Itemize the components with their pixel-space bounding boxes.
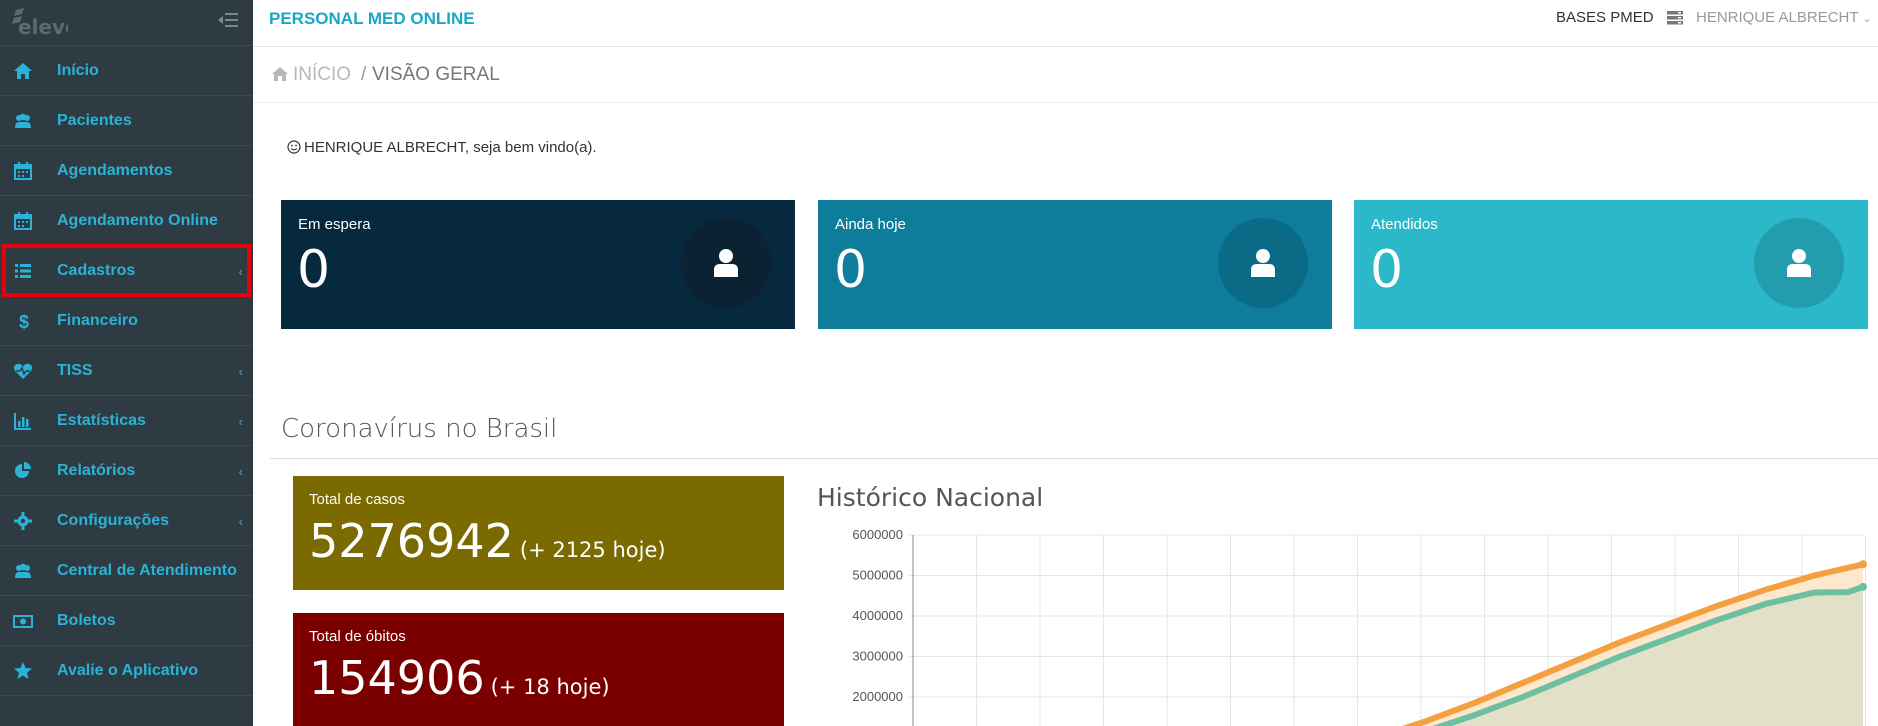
stat-card-waiting: Em espera 0 — [281, 200, 795, 329]
star-icon — [13, 661, 33, 681]
y-tick-label: 3000000 — [852, 649, 903, 664]
smile-icon — [287, 140, 301, 154]
list-icon — [13, 261, 33, 281]
sidebar-item-configuracoes[interactable]: Configurações ‹ — [0, 496, 253, 546]
chevron-left-icon: ‹ — [238, 414, 243, 429]
stat-label: Ainda hoje — [835, 216, 906, 233]
chevron-left-icon: ‹ — [238, 464, 243, 479]
top-bar: PERSONAL MED ONLINE BASES PMED HENRIQUE … — [253, 0, 1878, 47]
sidebar-item-relatorios[interactable]: Relatórios ‹ — [0, 446, 253, 496]
total-cases-delta: (+ 2125 hoje) — [519, 538, 666, 562]
pie-chart-icon — [13, 461, 33, 481]
welcome-message: HENRIQUE ALBRECHT, seja bem vindo(a). — [287, 139, 597, 156]
calendar-icon — [13, 211, 33, 231]
total-deaths-label: Total de óbitos — [309, 628, 406, 645]
app-title[interactable]: PERSONAL MED ONLINE — [269, 9, 475, 29]
sidebar-item-label: Central de Atendimento — [57, 561, 237, 579]
sidebar-item-boletos[interactable]: Boletos — [0, 596, 253, 646]
welcome-text: HENRIQUE ALBRECHT, seja bem vindo(a). — [304, 139, 597, 156]
user-name: HENRIQUE ALBRECHT — [1696, 9, 1859, 26]
stat-value: 0 — [834, 240, 868, 300]
sidebar-item-agendamentos[interactable]: Agendamentos — [0, 146, 253, 196]
chevron-left-icon: ‹ — [238, 264, 243, 279]
breadcrumb-current: VISÃO GERAL — [372, 64, 500, 85]
chart-title: Histórico Nacional — [817, 483, 1044, 512]
eleve-logo: eleve — [12, 8, 68, 38]
total-cases-card: Total de casos 5276942 (+ 2125 hoje) — [293, 476, 784, 590]
stat-label: Em espera — [298, 216, 371, 233]
sidebar-item-label: Avalie o Aplicativo — [57, 661, 199, 679]
home-icon[interactable] — [271, 66, 289, 82]
home-icon — [13, 61, 33, 81]
sidebar-item-estatisticas[interactable]: Estatísticas ‹ — [0, 396, 253, 446]
users-icon — [13, 111, 33, 131]
stat-card-attended: Atendidos 0 — [1354, 200, 1868, 329]
chevron-left-icon: ‹ — [238, 514, 243, 529]
svg-text:$: $ — [19, 312, 29, 331]
users-icon — [13, 561, 33, 581]
total-cases-value-row: 5276942 (+ 2125 hoje) — [309, 514, 666, 568]
collapse-sidebar-icon[interactable] — [217, 10, 239, 30]
stat-value: 0 — [1370, 240, 1404, 300]
sidebar-item-label: Estatísticas — [57, 411, 146, 429]
stat-card-today: Ainda hoje 0 — [818, 200, 1332, 329]
chevron-down-icon: ⌄ — [1862, 13, 1872, 25]
sidebar-item-avalie-o-aplicativo[interactable]: Avalie o Aplicativo — [0, 646, 253, 696]
breadcrumb-separator: / — [361, 64, 367, 85]
sidebar: eleve Início Pacientes Agendamentos Agendam… — [0, 0, 253, 726]
y-tick-label: 2000000 — [852, 689, 903, 704]
user-icon — [681, 218, 771, 308]
sidebar-item-label: Pacientes — [57, 111, 132, 129]
sidebar-item-central-de-atendimento[interactable]: Central de Atendimento — [0, 546, 253, 596]
chevron-left-icon: ‹ — [238, 364, 243, 379]
stat-label: Atendidos — [1371, 216, 1438, 233]
user-icon — [1754, 218, 1844, 308]
stat-value: 0 — [297, 240, 331, 300]
total-deaths-value-row: 154906 (+ 18 hoje) — [309, 651, 610, 705]
y-tick-label: 4000000 — [852, 608, 903, 623]
series-point-0 — [1859, 560, 1867, 569]
user-menu[interactable]: HENRIQUE ALBRECHT ⌄ — [1696, 9, 1872, 26]
sidebar-item-label: Configurações — [57, 511, 170, 529]
logo-text: eleve — [18, 15, 68, 38]
sidebar-item-tiss[interactable]: TISS ‹ — [0, 346, 253, 396]
sidebar-item-label: Início — [57, 61, 99, 79]
breadcrumb-home-link[interactable]: INÍCIO — [293, 64, 351, 86]
covid-section-title: Coronavírus no Brasil — [281, 414, 558, 444]
sidebar-header: eleve — [0, 0, 253, 46]
sidebar-item-label: Relatórios — [57, 461, 136, 479]
sidebar-item-label: Agendamento Online — [57, 211, 218, 229]
y-tick-label: 5000000 — [852, 568, 903, 583]
sidebar-item-label: Boletos — [57, 611, 116, 629]
database-icon[interactable] — [1666, 10, 1684, 26]
sidebar-item-label: Agendamentos — [57, 161, 173, 179]
heartbeat-icon — [13, 361, 33, 381]
sidebar-item-label: Cadastros — [57, 261, 136, 279]
sidebar-item-label: Financeiro — [57, 311, 138, 329]
breadcrumb: INÍCIO / VISÃO GERAL — [253, 48, 1878, 103]
gear-icon — [13, 511, 33, 531]
sidebar-item-label: TISS — [57, 361, 93, 379]
sidebar-item-agendamento-online[interactable]: Agendamento Online — [0, 196, 253, 246]
total-cases-value: 5276942 — [309, 514, 514, 568]
user-icon — [1218, 218, 1308, 308]
sidebar-item-cadastros[interactable]: Cadastros ‹ — [0, 246, 253, 296]
y-tick-label: 6000000 — [852, 527, 903, 542]
calendar-icon — [13, 161, 33, 181]
sidebar-item-pacientes[interactable]: Pacientes — [0, 96, 253, 146]
sidebar-item-financeiro[interactable]: $ Financeiro — [0, 296, 253, 346]
dollar-icon: $ — [13, 311, 33, 331]
total-deaths-card: Total de óbitos 154906 (+ 18 hoje) — [293, 613, 784, 726]
bases-link[interactable]: BASES PMED — [1556, 9, 1654, 26]
series-point-1 — [1859, 582, 1867, 591]
national-history-chart: 6000000 5000000 4000000 3000000 2000000 — [852, 527, 1867, 726]
total-deaths-delta: (+ 18 hoje) — [490, 675, 610, 699]
total-deaths-value: 154906 — [309, 651, 485, 705]
sidebar-item-inicio[interactable]: Início — [0, 46, 253, 96]
money-icon — [13, 611, 33, 631]
bar-chart-icon — [13, 411, 33, 431]
total-cases-label: Total de casos — [309, 491, 405, 508]
section-divider — [270, 458, 1878, 459]
